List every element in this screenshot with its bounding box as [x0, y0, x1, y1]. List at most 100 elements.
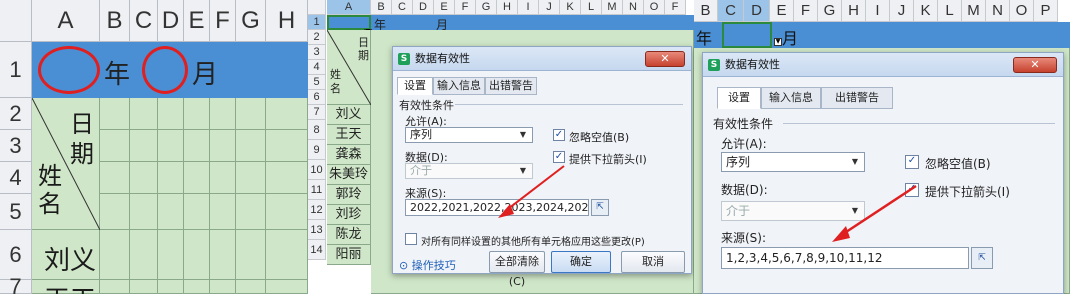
col-header[interactable]: D	[413, 0, 434, 15]
dropdown-checkbox[interactable]: ✓	[905, 183, 919, 197]
close-icon[interactable]: ✕	[1013, 57, 1057, 73]
grid-cell[interactable]	[236, 162, 266, 194]
grid-cell[interactable]	[184, 194, 210, 230]
col-header[interactable]: I	[518, 0, 539, 15]
ok-button[interactable]: 确定	[551, 251, 611, 273]
row-header-1[interactable]: 1	[0, 42, 32, 98]
select-all-corner[interactable]	[0, 0, 32, 42]
row-header[interactable]: 2	[308, 30, 326, 45]
grid-cell[interactable]	[130, 194, 158, 230]
tab-input-info[interactable]: 输入信息	[433, 77, 485, 95]
col-header[interactable]: B	[694, 0, 718, 22]
name-cell[interactable]: 阳丽	[327, 245, 371, 265]
row-header[interactable]: 6	[308, 90, 326, 105]
dropdown-arrow-icon[interactable]: ▼	[774, 38, 782, 46]
grid-cell[interactable]	[158, 194, 184, 230]
grid-cell[interactable]	[100, 280, 130, 294]
grid-cell[interactable]	[158, 98, 184, 130]
row-header[interactable]: 3	[308, 45, 326, 60]
row-header-4[interactable]: 4	[0, 162, 32, 194]
ignore-blank-checkbox[interactable]: ✓	[553, 129, 565, 141]
row-header[interactable]: 4	[308, 60, 326, 75]
grid-cell[interactable]	[100, 130, 130, 162]
col-header[interactable]: O	[1010, 0, 1034, 22]
grid-cell[interactable]	[184, 98, 210, 130]
col-header[interactable]: O	[644, 0, 665, 15]
col-header-f[interactable]: F	[210, 0, 236, 42]
name-cell[interactable]: 朱美玲	[327, 165, 371, 185]
grid-cell[interactable]	[130, 98, 158, 130]
col-header[interactable]: E	[770, 0, 794, 22]
grid-cell[interactable]	[158, 130, 184, 162]
col-header[interactable]: F	[794, 0, 818, 22]
grid-cell[interactable]	[158, 162, 184, 194]
clear-all-button[interactable]: 全部清除(C)	[489, 251, 545, 288]
tab-error-alert[interactable]: 出错警告	[485, 77, 537, 95]
name-cell[interactable]: 刘义	[327, 105, 371, 125]
col-header[interactable]: K	[914, 0, 938, 22]
col-header[interactable]: H	[497, 0, 518, 15]
col-header[interactable]: C	[392, 0, 413, 15]
col-header[interactable]: E	[434, 0, 455, 15]
grid-cell[interactable]	[100, 230, 130, 280]
row-header-6[interactable]: 6	[0, 230, 32, 280]
grid-cell[interactable]	[158, 230, 184, 280]
col-header[interactable]: I	[866, 0, 890, 22]
row-header-7[interactable]: 7	[0, 274, 32, 294]
grid-cell[interactable]	[236, 280, 266, 294]
col-header-d[interactable]: D	[158, 0, 184, 42]
name-cell[interactable]: 郭玲	[327, 185, 371, 205]
row-header[interactable]: 11	[308, 180, 326, 200]
grid-cell[interactable]	[184, 162, 210, 194]
col-header-b[interactable]: B	[100, 0, 130, 42]
col-header-a[interactable]: A	[32, 0, 100, 42]
name-cell[interactable]: 王天	[327, 125, 371, 145]
col-header[interactable]: H	[842, 0, 866, 22]
grid-cell[interactable]	[158, 280, 184, 294]
grid-cell[interactable]	[266, 98, 308, 130]
col-header-h[interactable]: H	[266, 0, 308, 42]
range-picker-icon[interactable]: ⇱	[971, 247, 993, 269]
col-header[interactable]: M	[962, 0, 986, 22]
allow-select[interactable]: 序列 ▼	[721, 152, 865, 172]
grid-cell[interactable]	[266, 130, 308, 162]
grid-cell[interactable]	[236, 194, 266, 230]
col-header-e[interactable]: E	[184, 0, 210, 42]
col-header[interactable]: M	[602, 0, 623, 15]
grid-cell[interactable]	[184, 130, 210, 162]
row-header[interactable]: 1	[308, 15, 326, 30]
close-icon[interactable]: ✕	[645, 51, 685, 67]
col-header[interactable]: N	[623, 0, 644, 15]
grid-cell[interactable]	[184, 280, 210, 294]
active-cell[interactable]	[722, 22, 772, 48]
name-cell[interactable]: 陈龙	[327, 225, 371, 245]
row-header[interactable]: 13	[308, 220, 326, 240]
grid-cell[interactable]	[236, 230, 266, 280]
tab-settings[interactable]: 设置	[717, 87, 761, 109]
range-picker-icon[interactable]: ⇱	[591, 199, 609, 216]
tab-settings[interactable]: 设置	[397, 77, 433, 95]
grid-cell[interactable]	[210, 230, 236, 280]
tab-error-alert[interactable]: 出错警告	[821, 87, 893, 109]
col-header[interactable]: G	[818, 0, 842, 22]
row-header[interactable]: 9	[308, 140, 326, 160]
col-header[interactable]: K	[560, 0, 581, 15]
tab-input-info[interactable]: 输入信息	[761, 87, 821, 109]
col-header[interactable]: J	[539, 0, 560, 15]
active-cell-a1[interactable]	[327, 15, 371, 30]
row-header[interactable]: 8	[308, 120, 326, 140]
row-header-2[interactable]: 2	[0, 98, 32, 130]
grid-cell[interactable]	[130, 280, 158, 294]
ignore-blank-checkbox[interactable]: ✓	[905, 155, 919, 169]
col-header[interactable]: J	[890, 0, 914, 22]
source-input[interactable]: 1,2,3,4,5,6,7,8,9,10,11,12	[721, 247, 969, 269]
grid-cell[interactable]	[236, 130, 266, 162]
col-header[interactable]: N	[986, 0, 1010, 22]
grid-cell[interactable]	[100, 162, 130, 194]
grid-cell[interactable]	[236, 98, 266, 130]
name-cell[interactable]: 刘珍	[327, 205, 371, 225]
row-header[interactable]: 14	[308, 240, 326, 260]
row-header-5[interactable]: 5	[0, 194, 32, 230]
cancel-button[interactable]: 取消	[621, 251, 685, 273]
grid-cell[interactable]	[210, 162, 236, 194]
